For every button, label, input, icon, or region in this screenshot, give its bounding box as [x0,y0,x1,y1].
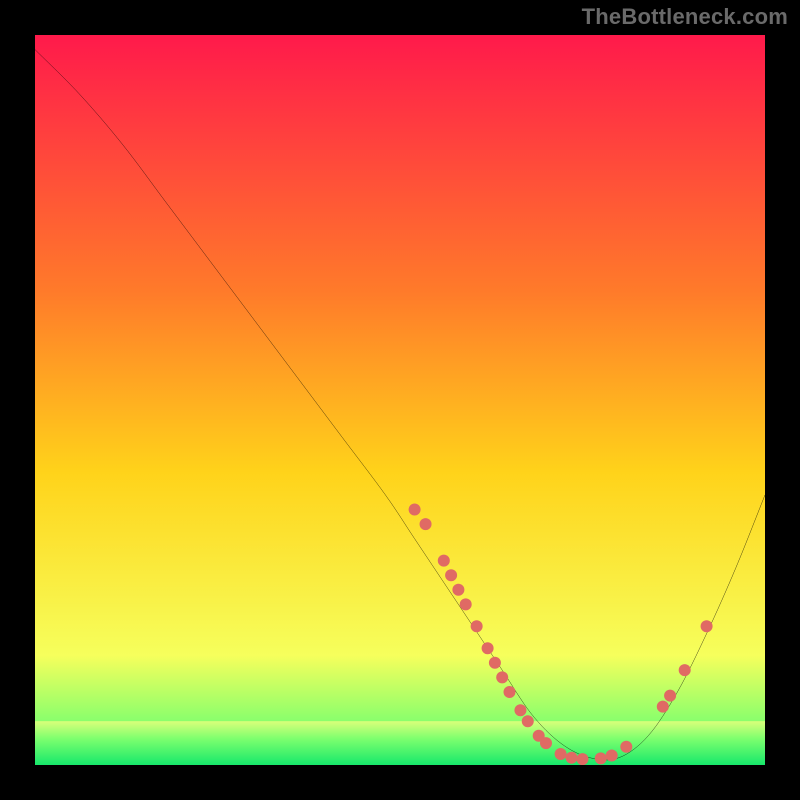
curve-marker-dot [701,620,713,632]
curve-marker-dot [657,701,669,713]
curve-marker-dot [522,715,534,727]
chart-svg [35,35,765,765]
green-band [35,721,765,765]
curve-marker-dot [606,750,618,762]
curve-marker-dot [460,598,472,610]
curve-marker-dot [452,584,464,596]
curve-marker-dot [566,752,578,764]
curve-marker-dot [576,753,588,765]
curve-marker-dot [555,748,567,760]
curve-marker-dot [514,704,526,716]
curve-marker-dot [503,686,515,698]
curve-marker-dot [438,555,450,567]
gradient-background [35,35,765,765]
plot-area [35,35,765,765]
curve-marker-dot [679,664,691,676]
chart-frame: TheBottleneck.com [0,0,800,800]
watermark-text: TheBottleneck.com [582,4,788,30]
curve-marker-dot [620,741,632,753]
curve-marker-dot [595,752,607,764]
curve-marker-dot [445,569,457,581]
curve-marker-dot [409,503,421,515]
curve-marker-dot [496,671,508,683]
curve-marker-dot [482,642,494,654]
curve-marker-dot [420,518,432,530]
curve-marker-dot [664,690,676,702]
curve-marker-dot [540,737,552,749]
curve-marker-dot [489,657,501,669]
curve-marker-dot [471,620,483,632]
